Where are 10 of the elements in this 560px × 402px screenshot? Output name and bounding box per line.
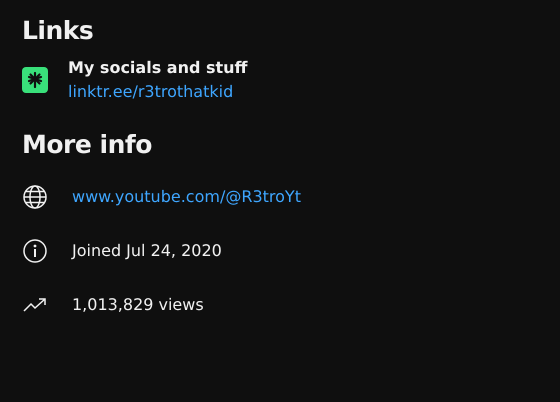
joined-date: Joined Jul 24, 2020 [72, 240, 222, 262]
website-link[interactable]: www.youtube.com/@R3troYt [72, 185, 301, 209]
link-service-icon [22, 67, 48, 93]
view-count: 1,013,829 views [72, 294, 204, 316]
section-heading: More info [22, 129, 153, 161]
info-icon [22, 238, 48, 264]
globe-icon [22, 184, 48, 210]
link-url[interactable]: linktr.ee/r3trothatkid [68, 80, 234, 104]
link-title: My socials and stuff [68, 57, 248, 79]
section-heading: Links [22, 15, 94, 47]
